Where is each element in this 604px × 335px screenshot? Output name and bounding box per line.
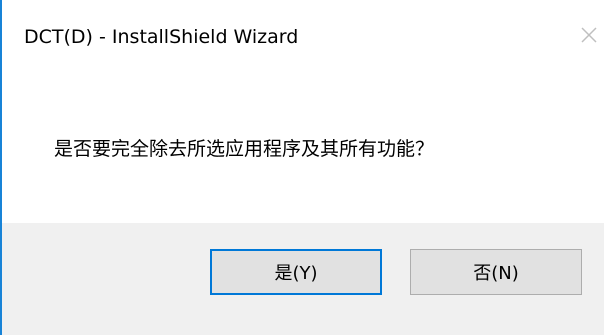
yes-button[interactable]: 是(Y) [210,249,382,295]
button-bar: 是(Y) 否(N) [2,223,604,335]
close-icon [581,27,597,43]
message-area: 是否要完全除去所选应用程序及其所有功能？ [2,58,604,223]
title-bar[interactable]: DCT(D) - InstallShield Wizard [2,0,604,58]
installshield-dialog: DCT(D) - InstallShield Wizard 是否要完全除去所选应… [0,0,604,335]
window-title: DCT(D) - InstallShield Wizard [24,26,299,48]
no-button[interactable]: 否(N) [410,249,582,295]
close-button[interactable] [572,18,604,52]
confirmation-message: 是否要完全除去所选应用程序及其所有功能？ [54,138,435,160]
